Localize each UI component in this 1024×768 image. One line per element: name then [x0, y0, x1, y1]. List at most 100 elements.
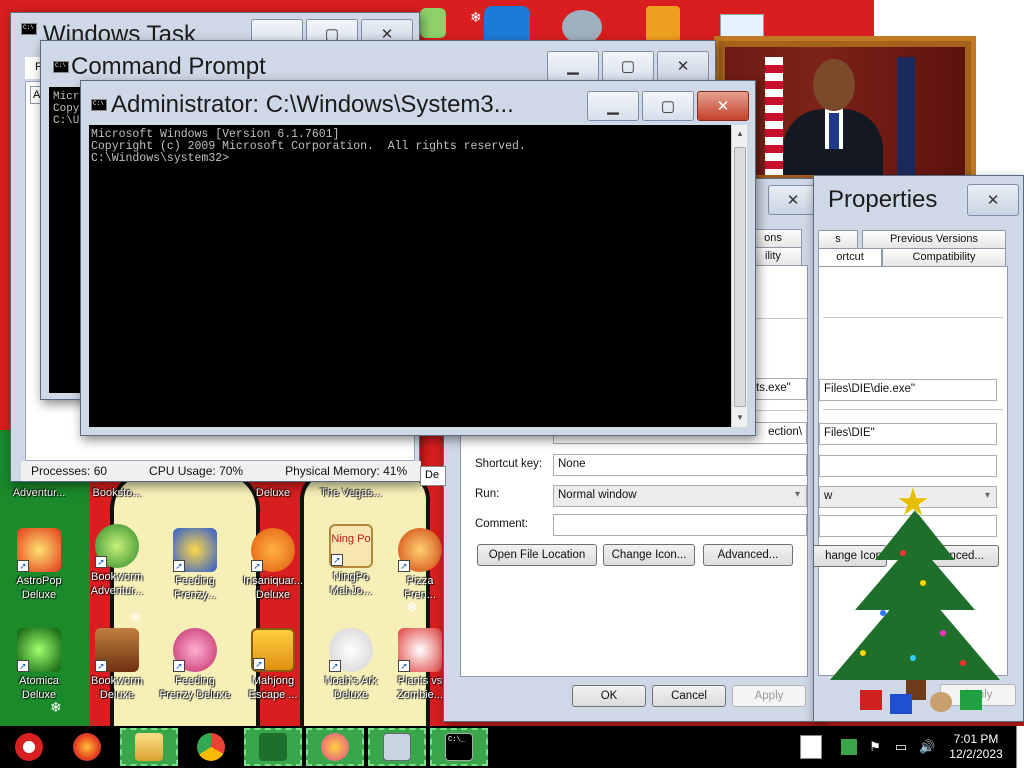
- taskbar-firefox[interactable]: [58, 728, 116, 766]
- scroll-down-icon[interactable]: ▼: [734, 411, 746, 425]
- flag-icon: [765, 57, 783, 175]
- desktop-icon-noahs-ark[interactable]: ➚ Noah's Ark Deluxe: [312, 628, 390, 702]
- tray-app-icon[interactable]: [800, 735, 822, 759]
- divider: [823, 317, 1003, 318]
- minimize-button[interactable]: ▁: [587, 91, 639, 121]
- person-figure: [813, 59, 855, 111]
- action-center-icon[interactable]: ▭: [893, 739, 909, 755]
- tab-compatibility[interactable]: Compatibility: [882, 248, 1006, 266]
- tab-shortcut[interactable]: ortcut: [818, 248, 882, 266]
- scroll-up-icon[interactable]: ▲: [734, 127, 746, 141]
- desktop-icon-insaniquarium[interactable]: ➚ Insaniquar... Deluxe: [234, 528, 312, 602]
- shortcut-arrow-icon: ➚: [398, 560, 410, 572]
- start-button[interactable]: [0, 728, 58, 766]
- close-button[interactable]: ✕: [768, 185, 818, 215]
- show-desktop-button[interactable]: [1016, 726, 1024, 768]
- desktop-icon[interactable]: Adventur...: [0, 486, 78, 500]
- desktop-icon-feeding-frenzy-deluxe[interactable]: ➚ Feeding Frenzy Deluxe: [156, 628, 234, 702]
- close-button[interactable]: ✕: [697, 91, 749, 121]
- monitor-icon[interactable]: [720, 14, 764, 38]
- desktop-icon-feeding-frenzy[interactable]: ➚ Feeding Frenzy...: [156, 528, 234, 602]
- vertical-scrollbar[interactable]: ▲ ▼: [731, 125, 747, 427]
- start-in-field[interactable]: Files\DIE": [819, 423, 997, 445]
- desktop-icon-label: Insaniquar...: [243, 575, 303, 587]
- mahjong-tile-icon: Ning Po ➚: [329, 524, 373, 568]
- snowflake-icon: ❄: [470, 9, 482, 25]
- shortcut-arrow-icon: ➚: [253, 658, 265, 670]
- network-icon[interactable]: [841, 739, 857, 755]
- target-field[interactable]: ts.exe": [751, 378, 807, 400]
- divider: [751, 410, 807, 411]
- open-file-location-button[interactable]: Open File Location: [477, 544, 597, 566]
- shortcut-arrow-icon: ➚: [173, 660, 185, 672]
- desktop-icon[interactable]: Booksto...: [78, 486, 156, 500]
- desktop-icon-atomica[interactable]: ➚ Atomica Deluxe: [0, 628, 78, 702]
- ornament: [880, 610, 886, 616]
- tab[interactable]: s: [818, 230, 858, 248]
- taskbar: C:\_ ⚑ ▭ 🔊 7:01 PM 12/2/2023: [0, 726, 1024, 768]
- tab-previous-versions[interactable]: Previous Versions: [862, 230, 1006, 248]
- shortcut-key-field[interactable]: None: [553, 454, 807, 476]
- start-in-value: ection\: [768, 426, 802, 438]
- comment-field[interactable]: [553, 514, 807, 536]
- admin-prompt-titlebar[interactable]: Administrator: C:\Windows\System3... ▁ ▢…: [81, 81, 755, 127]
- tab-label: Previous Versions: [889, 233, 979, 245]
- volume-icon[interactable]: 🔊: [919, 739, 935, 755]
- christmas-tree: ★: [820, 480, 1010, 720]
- taskbar-command-prompt[interactable]: C:\_: [430, 728, 488, 766]
- dialog-fragment-text: De: [425, 469, 440, 481]
- cancel-button[interactable]: Cancel: [652, 685, 726, 707]
- console-output[interactable]: Microsoft Windows [Version 6.1.7601] Copy…: [89, 125, 731, 427]
- target-field[interactable]: Files\DIE\die.exe": [819, 379, 997, 401]
- apply-button[interactable]: Apply: [732, 685, 806, 707]
- advanced-button[interactable]: Advanced...: [703, 544, 793, 566]
- desktop-icon-bookworm-deluxe[interactable]: ➚ Bookworm Deluxe: [78, 628, 156, 702]
- shark-icon[interactable]: [562, 10, 602, 44]
- close-button[interactable]: ✕: [967, 184, 1019, 216]
- shortcut-key-field[interactable]: [819, 455, 997, 477]
- ornament: [900, 550, 906, 556]
- desktop-icon-mahjong-escape[interactable]: ➚ Mahjong Escape ...: [234, 628, 312, 702]
- scrollbar-thumb[interactable]: [734, 147, 746, 407]
- game-icon[interactable]: [420, 8, 446, 38]
- taskbar-chrome[interactable]: [182, 728, 240, 766]
- taskbar-game[interactable]: [306, 728, 364, 766]
- change-icon-button[interactable]: Change Icon...: [603, 544, 695, 566]
- taskbar-task-manager[interactable]: [368, 728, 426, 766]
- desktop-icon-label: Adventur...: [12, 487, 66, 499]
- close-button[interactable]: ✕: [657, 51, 709, 81]
- maximize-button[interactable]: ▢: [602, 51, 654, 81]
- desktop-icon-pizza-frenzy[interactable]: ➚ Pizza Fren...: [390, 528, 450, 602]
- desktop-icon-label: The Vegas...: [320, 487, 382, 499]
- clock[interactable]: 7:01 PM 12/2/2023: [944, 732, 1008, 762]
- desktop-icon-bookworm-adventures[interactable]: ➚ Bookworm Adventur...: [78, 524, 156, 598]
- desktop-icon-label: Bookworm: [91, 571, 143, 583]
- admin-command-prompt-window[interactable]: Administrator: C:\Windows\System3... ▁ ▢…: [80, 80, 756, 436]
- desktop-icon-astropop[interactable]: ➚ AstroPop Deluxe: [0, 528, 78, 602]
- taskbar-explorer[interactable]: [120, 728, 178, 766]
- minimize-button[interactable]: ▁: [547, 51, 599, 81]
- ok-button[interactable]: OK: [572, 685, 646, 707]
- desktop-icon-label: Mahjong: [251, 675, 295, 687]
- desktop-icon-label: MahJo...: [329, 585, 373, 597]
- desktop-icon-plants-vs-zombies[interactable]: ➚ Plants vs Zombie...: [390, 628, 450, 702]
- run-select[interactable]: Normal window: [553, 485, 807, 507]
- tab-label: s: [835, 233, 841, 245]
- notification-flag-icon[interactable]: ⚑: [867, 739, 883, 755]
- shortcut-arrow-icon: ➚: [17, 560, 29, 572]
- maximize-button[interactable]: ▢: [642, 91, 694, 121]
- desktop-icon-label: Zombie...: [397, 689, 443, 701]
- ornament: [940, 630, 946, 636]
- game-icon[interactable]: [646, 6, 680, 42]
- taskbar-tree-app[interactable]: [244, 728, 302, 766]
- star-icon: ★: [896, 482, 931, 524]
- properties-titlebar[interactable]: Properties ✕: [814, 176, 1023, 224]
- desktop-icon[interactable]: Deluxe: [234, 486, 312, 500]
- desktop-icon-label: Deluxe: [99, 689, 135, 701]
- santa-icon: [15, 733, 43, 761]
- christmas-tree-icon: [259, 733, 287, 761]
- shortcut-key-value: None: [558, 458, 586, 470]
- astropop-icon: ➚: [17, 528, 61, 572]
- desktop-icon[interactable]: The Vegas...: [312, 486, 390, 500]
- desktop-icon-ningpo-mahjong[interactable]: Ning Po ➚ NingPo MahJo...: [312, 524, 390, 598]
